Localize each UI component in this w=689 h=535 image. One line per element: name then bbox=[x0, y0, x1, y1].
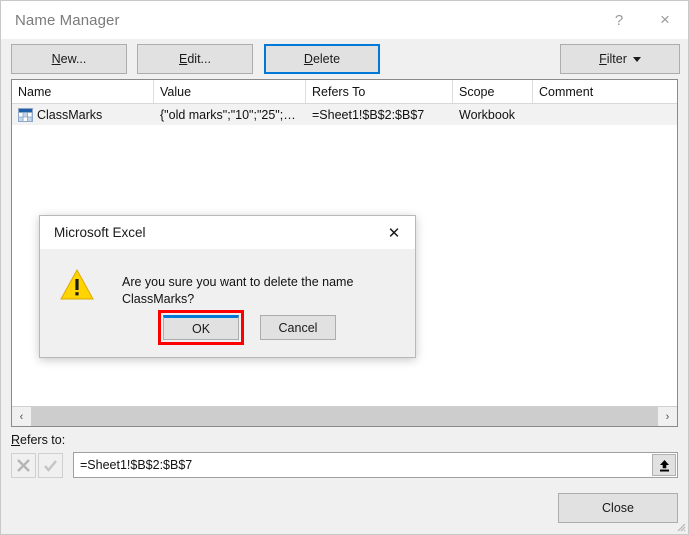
new-button[interactable]: New... bbox=[11, 44, 127, 74]
confirm-edit-button[interactable] bbox=[38, 452, 63, 478]
cell-refers-to: =Sheet1!$B$2:$B$7 bbox=[312, 107, 425, 122]
refers-to-input[interactable] bbox=[74, 453, 677, 477]
close-button[interactable]: Close bbox=[558, 493, 678, 523]
new-button-label: New... bbox=[51, 52, 87, 66]
cell-name-text: ClassMarks bbox=[37, 107, 103, 122]
warning-triangle-icon bbox=[60, 269, 94, 300]
delete-button-label: Delete bbox=[303, 52, 341, 66]
dialog-close-icon[interactable]: ✕ bbox=[373, 216, 415, 249]
names-list-header: Name Value Refers To Scope Comment bbox=[12, 80, 677, 104]
delete-confirmation-dialog: Microsoft Excel ✕ Are you sure you want … bbox=[39, 215, 416, 358]
column-header-scope[interactable]: Scope bbox=[453, 80, 533, 103]
scroll-right-icon[interactable]: › bbox=[658, 407, 677, 426]
dialog-body: Are you sure you want to delete the name… bbox=[40, 249, 415, 311]
scroll-left-icon[interactable]: ‹ bbox=[12, 407, 31, 426]
filter-button[interactable]: Filter bbox=[560, 44, 680, 74]
horizontal-scrollbar[interactable]: ‹ › bbox=[12, 406, 677, 426]
close-icon[interactable]: × bbox=[642, 1, 688, 39]
table-row[interactable]: ClassMarks {"old marks";"10";"25";… =She… bbox=[12, 104, 677, 125]
edit-button-label: Edit... bbox=[179, 52, 211, 66]
edit-button[interactable]: Edit... bbox=[137, 44, 253, 74]
cancel-edit-button[interactable] bbox=[11, 452, 36, 478]
refers-to-field-wrapper[interactable] bbox=[73, 452, 678, 478]
refers-to-row bbox=[11, 452, 678, 478]
x-icon bbox=[17, 458, 30, 472]
cancel-button[interactable]: Cancel bbox=[260, 315, 336, 340]
scrollbar-track[interactable] bbox=[31, 407, 658, 426]
dialog-titlebar: Microsoft Excel ✕ bbox=[40, 216, 415, 249]
refers-to-label: Refers to: bbox=[11, 433, 66, 447]
collapse-dialog-button[interactable] bbox=[652, 454, 676, 476]
range-grid-icon bbox=[18, 107, 33, 122]
delete-button[interactable]: Delete bbox=[264, 44, 380, 74]
collapse-dialog-up-arrow-icon bbox=[659, 459, 669, 471]
cell-value: {"old marks";"10";"25";… bbox=[160, 107, 296, 122]
window-titlebar: Name Manager ? × bbox=[1, 1, 688, 39]
help-icon[interactable]: ? bbox=[596, 1, 642, 39]
column-header-refers-to[interactable]: Refers To bbox=[306, 80, 453, 103]
footer: Close bbox=[1, 478, 688, 534]
dialog-message: Are you sure you want to delete the name… bbox=[122, 275, 354, 306]
window-controls: ? × bbox=[596, 1, 688, 39]
dialog-buttons: OK Cancel bbox=[40, 310, 415, 357]
window-title: Name Manager bbox=[15, 11, 120, 29]
dialog-title: Microsoft Excel bbox=[54, 225, 146, 240]
column-header-value[interactable]: Value bbox=[154, 80, 306, 103]
cell-name: ClassMarks bbox=[12, 107, 154, 122]
column-header-name[interactable]: Name bbox=[12, 80, 154, 103]
check-icon bbox=[44, 459, 57, 472]
ok-button[interactable]: OK bbox=[163, 315, 239, 340]
cell-scope: Workbook bbox=[459, 107, 516, 122]
chevron-down-icon bbox=[632, 56, 641, 62]
column-header-comment[interactable]: Comment bbox=[533, 80, 677, 103]
scrollbar-thumb[interactable] bbox=[31, 407, 658, 426]
refers-to-section: Refers to: bbox=[1, 427, 688, 478]
toolbar: New... Edit... Delete Filter bbox=[1, 39, 688, 79]
filter-button-label: Filter bbox=[599, 52, 627, 66]
resize-grip-icon[interactable] bbox=[674, 520, 686, 532]
